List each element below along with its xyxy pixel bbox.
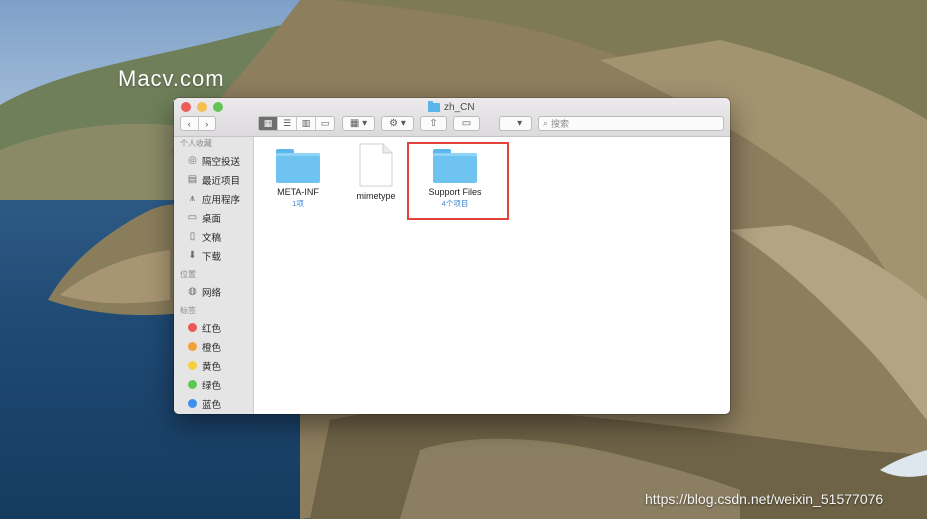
sidebar-item-label: 下载 <box>202 251 222 263</box>
document-icon <box>359 143 393 187</box>
tag-dot-icon <box>188 342 197 351</box>
highlight-box <box>407 142 509 220</box>
view-mode-segment: ▦ ☰ ▥ ▭ <box>258 116 335 131</box>
sidebar-item-label: 最近项目 <box>202 175 241 187</box>
tag-dot-icon <box>188 380 197 389</box>
sidebar-item-downloads[interactable]: ⬇ 下载 <box>174 246 253 265</box>
sidebar-item-recents[interactable]: ▤ 最近项目 <box>174 170 253 189</box>
tag-button[interactable]: ▭ <box>453 116 480 131</box>
gallery-view-icon[interactable]: ▭ <box>316 117 334 130</box>
file-item-meta-inf[interactable]: META-INF 1项 <box>263 149 333 209</box>
sidebar-item-tag-blue[interactable]: 蓝色 <box>174 394 253 413</box>
sidebar: 个人收藏 ◎ 隔空投送 ▤ 最近项目 ⩚ 应用程序 ▭ 桌面 ▯ 文稿 ⬇ 下载… <box>174 137 254 414</box>
sidebar-item-label: 文稿 <box>202 232 222 244</box>
group-button[interactable]: ▦ ▾ <box>342 116 375 131</box>
airdrop-icon: ◎ <box>188 155 197 166</box>
action-gear-icon: ⚙ ▾ <box>389 118 406 129</box>
sidebar-item-label: 绿色 <box>202 380 222 392</box>
sidebar-item-documents[interactable]: ▯ 文稿 <box>174 227 253 246</box>
window-title-text: zh_CN <box>444 101 475 113</box>
network-icon: ◍ <box>188 286 197 297</box>
tag-dot-icon <box>188 399 197 408</box>
sidebar-header-locations: 位置 <box>180 270 196 279</box>
tag-icon: ▭ <box>461 118 472 129</box>
file-item-count: 1项 <box>292 199 304 208</box>
tag-dot-icon <box>188 361 197 370</box>
downloads-icon: ⬇ <box>188 250 197 261</box>
share-button[interactable]: ⇧ <box>420 116 447 131</box>
group-icon: ▦ ▾ <box>349 118 368 129</box>
sidebar-item-network[interactable]: ◍ 网络 <box>174 282 253 301</box>
desktop-icon: ▭ <box>187 212 198 223</box>
sidebar-item-label: 应用程序 <box>202 194 241 206</box>
back-forward-buttons: ‹ › <box>180 116 216 131</box>
window-toolbar: zh_CN ‹ › ▦ ☰ ▥ ▭ ▦ ▾ ⚙ ▾ ⇧ ▭ ▾ ⌕ 搜索 <box>174 98 730 137</box>
back-icon[interactable]: ‹ <box>181 117 199 130</box>
sidebar-item-applications[interactable]: ⩚ 应用程序 <box>174 189 253 208</box>
applications-icon: ⩚ <box>189 193 196 204</box>
finder-window: zh_CN ‹ › ▦ ☰ ▥ ▭ ▦ ▾ ⚙ ▾ ⇧ ▭ ▾ ⌕ 搜索 个人收… <box>174 98 730 414</box>
sidebar-item-label: 橙色 <box>202 342 222 354</box>
file-item-mimetype[interactable]: mimetype <box>341 143 411 201</box>
sidebar-item-tag-green[interactable]: 绿色 <box>174 375 253 394</box>
list-view-icon[interactable]: ☰ <box>278 117 297 130</box>
sidebar-item-tag-yellow[interactable]: 黄色 <box>174 356 253 375</box>
folder-icon <box>428 100 440 112</box>
close-button[interactable] <box>181 102 191 112</box>
file-browser-content: META-INF 1项 mimetype Support Files 4个项目 <box>255 137 730 414</box>
recents-icon: ▤ <box>187 174 198 185</box>
folder-icon <box>276 149 320 183</box>
sidebar-item-tag-orange[interactable]: 橙色 <box>174 337 253 356</box>
sidebar-header-tags: 标签 <box>180 306 196 315</box>
action-button[interactable]: ⚙ ▾ <box>381 116 414 131</box>
column-view-icon[interactable]: ▥ <box>297 117 316 130</box>
fullscreen-button[interactable] <box>213 102 223 112</box>
watermark-text: Macv.com <box>118 66 225 91</box>
tag-dot-icon <box>188 323 197 332</box>
search-icon: ⌕ <box>543 118 549 128</box>
sidebar-item-label: 黄色 <box>202 361 222 373</box>
credit-url: https://blog.csdn.net/weixin_51577076 <box>645 491 884 507</box>
sidebar-item-label: 隔空投送 <box>202 156 241 168</box>
file-name: META-INF <box>277 187 319 197</box>
window-title: zh_CN <box>428 100 475 114</box>
sort-button[interactable]: ▾ <box>499 116 532 131</box>
minimize-button[interactable] <box>197 102 207 112</box>
sidebar-item-tag-red[interactable]: 红色 <box>174 318 253 337</box>
sidebar-item-label: 蓝色 <box>202 399 222 411</box>
sidebar-header-favorites: 个人收藏 <box>180 139 212 148</box>
share-icon: ⇧ <box>429 118 438 129</box>
sort-icon: ▾ <box>508 118 523 129</box>
search-placeholder: 搜索 <box>551 119 570 129</box>
sidebar-item-airdrop[interactable]: ◎ 隔空投送 <box>174 151 253 170</box>
file-name: mimetype <box>356 191 396 201</box>
forward-icon[interactable]: › <box>199 117 216 130</box>
sidebar-item-desktop[interactable]: ▭ 桌面 <box>174 208 253 227</box>
sidebar-item-label: 桌面 <box>202 213 222 225</box>
search-field[interactable]: ⌕ 搜索 <box>538 116 724 131</box>
documents-icon: ▯ <box>189 231 196 242</box>
icon-view-icon[interactable]: ▦ <box>259 117 278 130</box>
sidebar-item-label: 网络 <box>202 287 222 299</box>
sidebar-item-label: 红色 <box>202 323 222 335</box>
